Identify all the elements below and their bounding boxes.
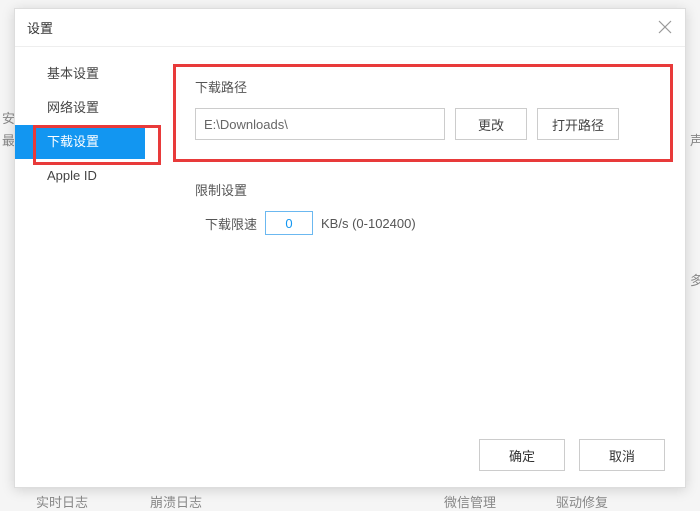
dialog-titlebar: 设置 <box>15 9 685 47</box>
bg-text: 多 <box>690 270 700 289</box>
sidebar-item-appleid[interactable]: Apple ID <box>15 159 145 193</box>
bg-text: 实时日志 <box>36 492 88 511</box>
dialog-footer: 确定 取消 <box>15 433 685 487</box>
sidebar: 基本设置 网络设置 下载设置 Apple ID <box>15 47 145 433</box>
limit-unit-hint: KB/s (0-102400) <box>321 216 416 231</box>
download-path-row: 更改 打开路径 <box>195 108 657 140</box>
download-path-title: 下载路径 <box>195 77 657 96</box>
download-speed-input[interactable] <box>265 211 313 235</box>
bg-text: 微信管理 <box>444 492 496 511</box>
dialog-title: 设置 <box>27 18 53 37</box>
sidebar-item-basic[interactable]: 基本设置 <box>15 57 145 91</box>
open-path-button[interactable]: 打开路径 <box>537 108 619 140</box>
sidebar-item-download[interactable]: 下载设置 <box>15 125 145 159</box>
settings-dialog: 设置 基本设置 网络设置 下载设置 Apple ID 下载路径 更改 打开路径 … <box>14 8 686 488</box>
limit-row: 下载限速 KB/s (0-102400) <box>195 211 657 235</box>
limit-label: 下载限速 <box>205 214 257 233</box>
content-pane: 下载路径 更改 打开路径 限制设置 下载限速 KB/s (0-102400) <box>145 47 685 433</box>
cancel-button[interactable]: 取消 <box>579 439 665 471</box>
bg-text: 驱动修复 <box>556 492 608 511</box>
download-path-input[interactable] <box>195 108 445 140</box>
dialog-body: 基本设置 网络设置 下载设置 Apple ID 下载路径 更改 打开路径 限制设… <box>15 47 685 433</box>
bg-text: 崩溃日志 <box>150 492 202 511</box>
sidebar-item-network[interactable]: 网络设置 <box>15 91 145 125</box>
close-icon[interactable] <box>655 17 675 37</box>
ok-button[interactable]: 确定 <box>479 439 565 471</box>
limit-title: 限制设置 <box>195 180 657 199</box>
bg-text: 声 <box>690 130 700 149</box>
change-path-button[interactable]: 更改 <box>455 108 527 140</box>
